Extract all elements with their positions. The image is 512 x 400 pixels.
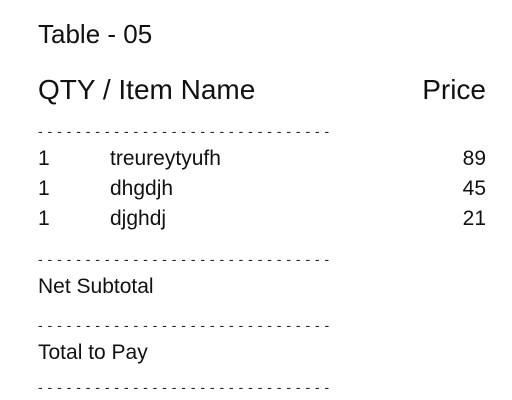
item-name: treureytyufh (110, 147, 221, 170)
column-header: QTY / Item Name Price (38, 70, 486, 110)
item-price: 89 (462, 147, 486, 170)
item-qty: 1 (38, 177, 50, 200)
separator-line: - - - - - - - - - - - - - - - - - - - - … (38, 124, 330, 138)
item-qty: 1 (38, 207, 50, 230)
item-name: djghdj (110, 207, 167, 230)
table-title: Table - 05 (38, 19, 153, 49)
receipt: Table - 05 QTY / Item Name Price - - - -… (0, 0, 512, 400)
item-price: 45 (462, 177, 486, 200)
item-price: 21 (462, 207, 486, 230)
separator-line: - - - - - - - - - - - - - - - - - - - - … (38, 318, 330, 332)
item-name: dhgdjh (110, 177, 174, 200)
list-item: 1 dhgdjh 45 (38, 174, 486, 204)
item-list: 1 treureytyufh 89 1 dhgdjh 45 1 djghdj 2… (38, 144, 486, 234)
qty-item-name-header: QTY / Item Name (38, 74, 256, 105)
net-subtotal-label: Net Subtotal (38, 275, 154, 298)
list-item: 1 djghdj 21 (38, 204, 486, 234)
separator-line: - - - - - - - - - - - - - - - - - - - - … (38, 380, 330, 394)
separator-line: - - - - - - - - - - - - - - - - - - - - … (38, 252, 330, 266)
item-qty: 1 (38, 147, 50, 170)
list-item: 1 treureytyufh 89 (38, 144, 486, 174)
total-to-pay-label: Total to Pay (38, 341, 148, 364)
price-header: Price (422, 74, 486, 105)
